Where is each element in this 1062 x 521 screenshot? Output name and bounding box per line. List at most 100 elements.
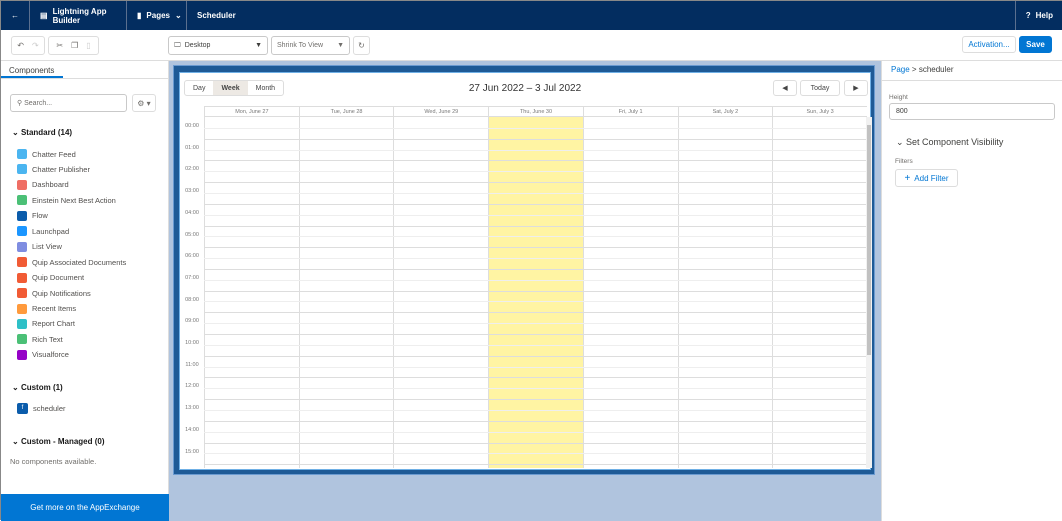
day-header: Fri, July 1 xyxy=(582,106,678,117)
activation-button[interactable]: Activation... xyxy=(962,36,1016,53)
time-label: 06:00 xyxy=(185,253,199,260)
scrollbar-thumb[interactable] xyxy=(867,125,871,355)
day-column[interactable] xyxy=(582,117,678,468)
undo-icon[interactable]: ↶ xyxy=(17,41,24,50)
search-input[interactable]: ⚲ Search... xyxy=(10,94,127,112)
component-item[interactable]: Chatter Publisher xyxy=(17,164,90,175)
filters-label: Filters xyxy=(895,158,913,165)
day-column[interactable] xyxy=(488,117,583,468)
visibility-section-toggle[interactable]: ⌄ Set Component Visibility xyxy=(896,137,1003,148)
settings-menu-button[interactable]: ⚙ ▾ xyxy=(132,94,156,112)
slot-line xyxy=(204,182,867,184)
today-button[interactable]: Today xyxy=(800,80,840,96)
next-icon: ▶ xyxy=(853,85,859,92)
component-icon xyxy=(17,257,27,268)
zoom-select[interactable]: Shrink To View ▼ xyxy=(271,36,350,55)
page-canvas: Day Week Month 27 Jun 2022 – 3 Jul 2022 … xyxy=(169,61,881,521)
tab-components[interactable]: Components xyxy=(1,61,63,78)
component-item[interactable]: Visualforce xyxy=(17,349,69,360)
slot-line xyxy=(204,312,867,314)
day-header: Sun, July 3 xyxy=(772,106,867,117)
day-header: Sat, July 2 xyxy=(677,106,773,117)
slot-line xyxy=(204,442,867,444)
component-item[interactable]: Quip Document xyxy=(17,272,84,283)
day-column[interactable] xyxy=(393,117,488,468)
time-label: 14:00 xyxy=(185,426,199,433)
time-label: 07:00 xyxy=(185,274,199,281)
component-item[interactable]: Chatter Feed xyxy=(17,149,76,159)
component-item[interactable]: Dashboard xyxy=(17,179,69,190)
cut-icon[interactable]: ✂ xyxy=(56,41,63,50)
save-button[interactable]: Save xyxy=(1019,36,1052,53)
refresh-icon: ↻ xyxy=(358,41,365,50)
next-button[interactable]: ▶ xyxy=(844,80,868,96)
slot-line xyxy=(204,453,867,455)
day-column[interactable] xyxy=(772,117,867,468)
slot-line xyxy=(204,214,867,216)
component-item[interactable]: Quip Associated Documents xyxy=(17,257,126,268)
add-filter-button[interactable]: + Add Filter xyxy=(895,169,958,187)
device-select[interactable]: 🖵 Desktop ▼ xyxy=(168,36,268,55)
slot-line xyxy=(204,225,867,227)
help-button[interactable]: ? Help xyxy=(1014,1,1062,30)
redo-icon[interactable]: ↷ xyxy=(32,41,39,50)
slot-line xyxy=(204,236,867,238)
clipboard-group: ✂ ❐ ▯ xyxy=(48,36,99,55)
height-input[interactable]: 800 xyxy=(889,103,1055,120)
component-icon xyxy=(17,164,27,175)
day-column[interactable] xyxy=(677,117,773,468)
calendar-grid[interactable] xyxy=(204,117,867,468)
scrollbar[interactable] xyxy=(866,117,872,468)
component-item[interactable]: Flow xyxy=(17,210,48,221)
height-label: Height xyxy=(889,94,908,101)
slot-line xyxy=(204,127,867,129)
component-frame[interactable]: Day Week Month 27 Jun 2022 – 3 Jul 2022 … xyxy=(173,65,875,475)
breadcrumb-page[interactable]: Page xyxy=(891,65,910,74)
component-icon xyxy=(17,349,27,360)
refresh-button[interactable]: ↻ xyxy=(353,36,370,55)
section-custom-managed[interactable]: ⌄ Custom - Managed (0) xyxy=(12,437,105,446)
slot-line xyxy=(204,203,867,205)
slot-line xyxy=(204,399,867,401)
slot-line xyxy=(204,279,867,281)
slot-line xyxy=(204,366,867,368)
component-item[interactable]: Quip Notifications xyxy=(17,288,91,299)
component-item[interactable]: Launchpad xyxy=(17,226,69,237)
copy-icon[interactable]: ❐ xyxy=(71,41,78,50)
component-icon xyxy=(17,149,27,159)
chevron-down-icon: ⌄ xyxy=(174,11,182,20)
slot-line xyxy=(204,334,867,335)
time-label: 09:00 xyxy=(185,318,199,325)
gear-icon: ⚙ ▾ xyxy=(137,98,151,108)
back-button[interactable]: ← xyxy=(1,1,30,30)
component-icon xyxy=(17,179,27,190)
help-icon: ? xyxy=(1025,11,1031,20)
paste-icon[interactable]: ▯ xyxy=(86,41,90,50)
component-item[interactable]: Recent Items xyxy=(17,303,76,314)
slot-line xyxy=(204,420,867,422)
component-item[interactable]: List View xyxy=(17,241,62,252)
appexchange-button[interactable]: Get more on the AppExchange xyxy=(1,494,169,521)
day-column[interactable] xyxy=(204,117,299,468)
slot-line xyxy=(204,268,867,270)
component-item[interactable]: Einstein Next Best Action xyxy=(17,195,116,206)
section-custom[interactable]: ⌄ Custom (1) xyxy=(12,383,63,392)
component-item[interactable]: Rich Text xyxy=(17,334,63,345)
time-label: 00:00 xyxy=(185,123,199,129)
day-column[interactable] xyxy=(298,117,394,468)
undo-redo-group: ↶ ↷ xyxy=(11,36,45,55)
day-header: Tue, June 28 xyxy=(298,106,394,117)
time-label: 03:00 xyxy=(185,188,199,195)
section-standard[interactable]: ⌄ Standard (14) xyxy=(12,128,72,137)
component-item[interactable]: f scheduler xyxy=(17,403,66,414)
slot-line xyxy=(204,149,867,151)
tab-divider xyxy=(1,78,169,79)
caret-down-icon: ▼ xyxy=(255,42,262,49)
component-item[interactable]: Report Chart xyxy=(17,318,75,329)
slot-line xyxy=(204,355,867,357)
component-icon xyxy=(17,272,27,283)
time-label: 08:00 xyxy=(185,296,199,303)
empty-message: No components available. xyxy=(10,457,97,466)
pages-menu[interactable]: ▮ Pages ⌄ xyxy=(127,1,187,30)
prev-button[interactable]: ◀ xyxy=(773,80,797,96)
